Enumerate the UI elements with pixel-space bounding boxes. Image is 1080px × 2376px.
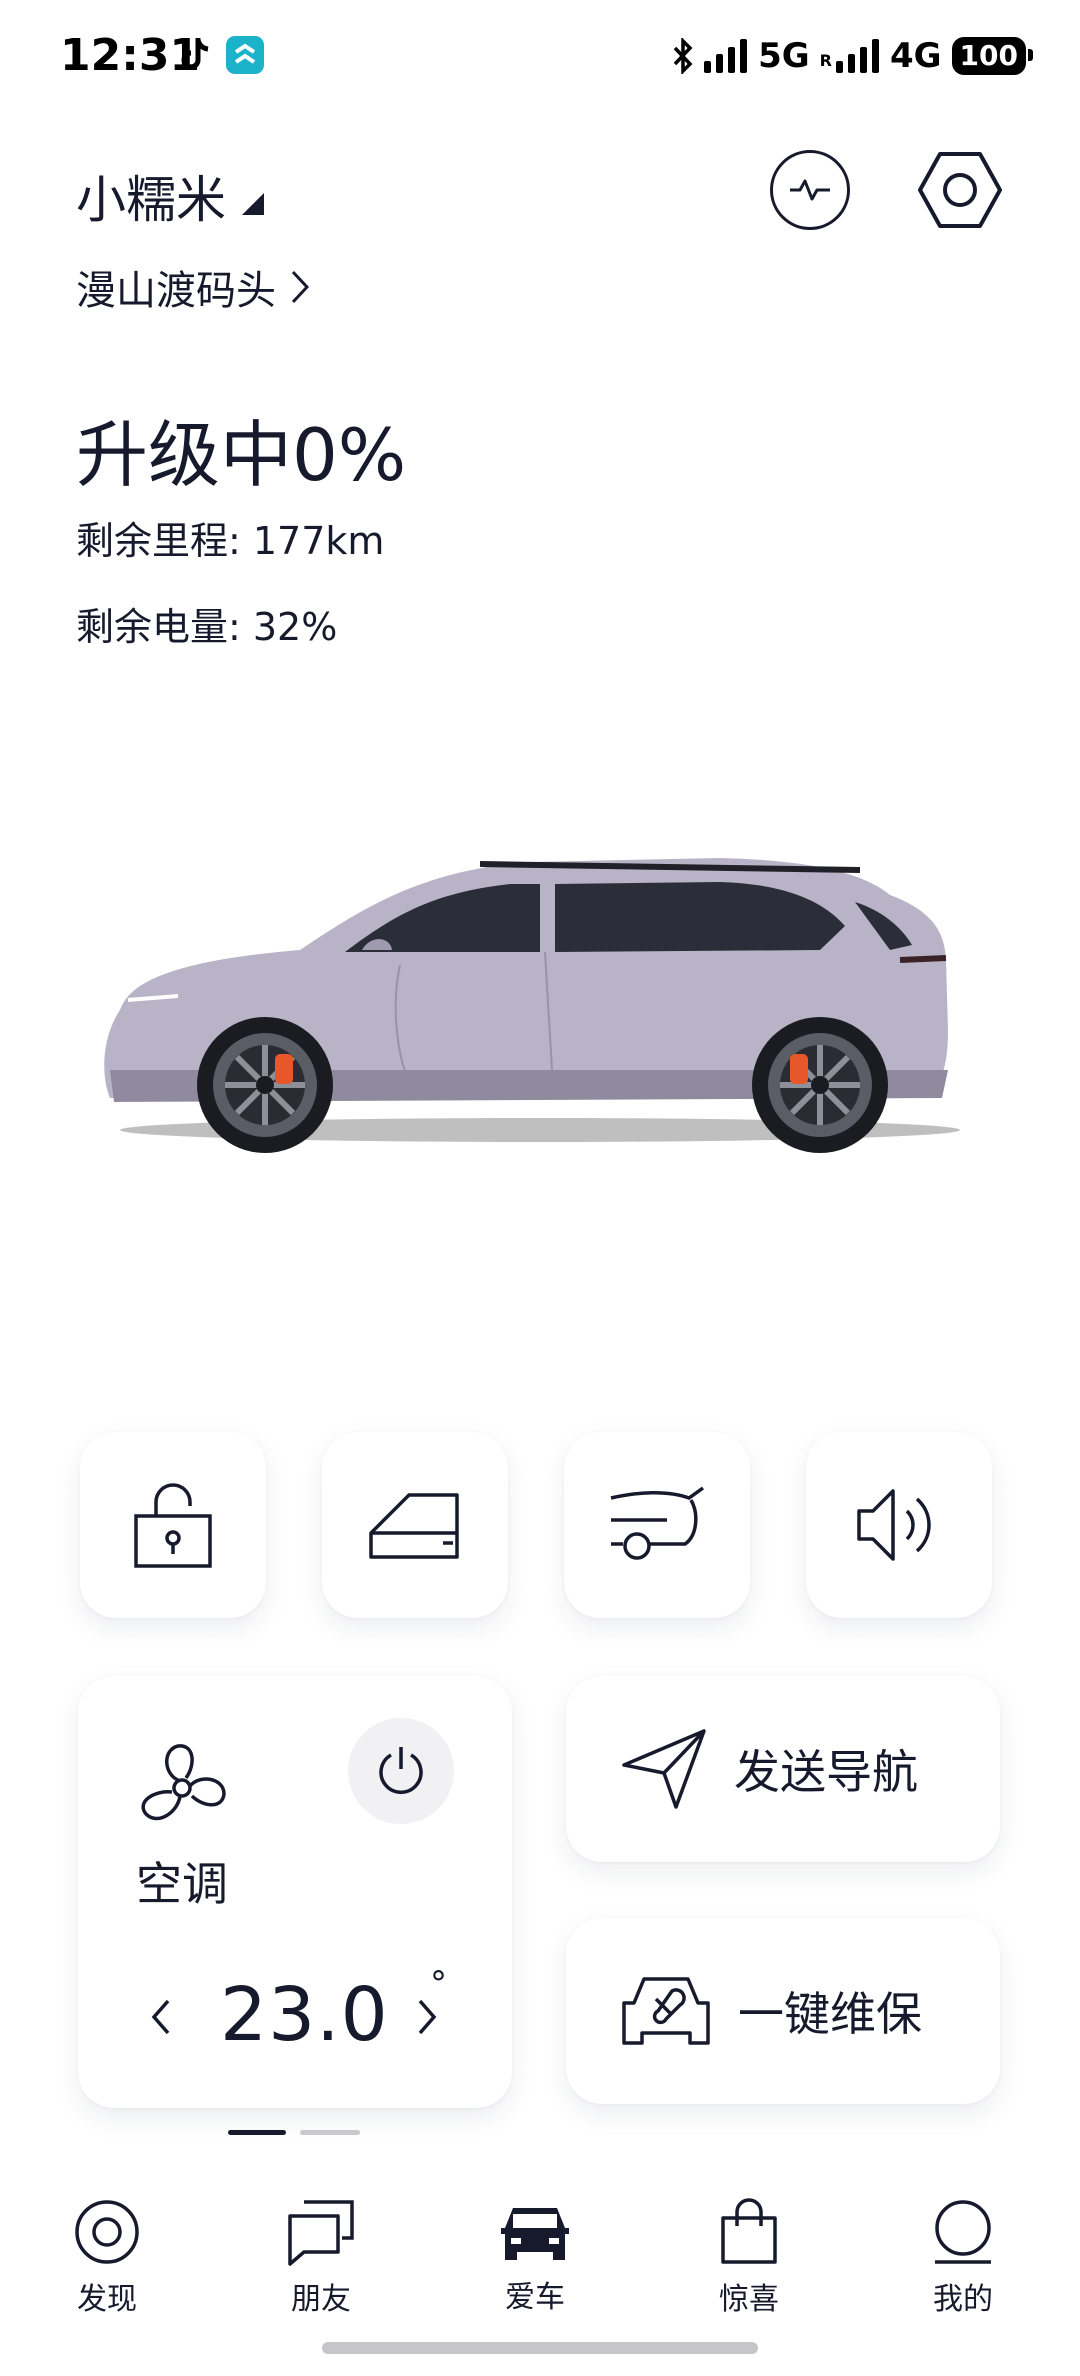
tab-surprise[interactable]: 惊喜 [674, 2198, 824, 2318]
chevron-left-icon [151, 1999, 170, 2035]
signal-icon [835, 39, 879, 73]
tab-label: 朋友 [291, 2282, 351, 2317]
chevron-right-icon [291, 270, 310, 304]
settings-button[interactable] [918, 148, 1002, 232]
send-navigation-label: 发送导航 [734, 1745, 918, 1799]
location-text: 漫山渡码头 [76, 268, 276, 314]
tailgate-icon [610, 1486, 705, 1560]
tab-label: 爱车 [505, 2280, 565, 2315]
maintenance-label: 一键维保 [738, 1987, 922, 2041]
location-link[interactable]: 漫山渡码头 [76, 258, 310, 316]
roaming-mark: R [819, 51, 832, 70]
dropdown-caret-icon [242, 193, 264, 215]
car-door-icon [369, 1493, 459, 1559]
shopping-bag-icon [721, 2198, 777, 2264]
car-name: 小糯米 [76, 171, 226, 229]
pager-dot-active [228, 2130, 286, 2135]
temp-increase-button[interactable] [402, 1982, 452, 2052]
discover-icon [75, 2200, 139, 2264]
unlock-icon [134, 1483, 212, 1568]
profile-icon [935, 2200, 991, 2264]
signal-icon [704, 39, 748, 73]
remaining-range: 剩余里程: 177km [76, 519, 385, 563]
fan-icon [141, 1744, 226, 1821]
network-secondary: 4G [889, 36, 942, 76]
network-primary: 5G [758, 36, 810, 76]
car-icon [501, 2208, 569, 2260]
tab-me[interactable]: 我的 [888, 2198, 1038, 2318]
status-right: 5G R 4G 100 [672, 36, 1034, 76]
temperature-value: 23.0 [220, 1972, 389, 2058]
maintenance-button[interactable]: 一键维保 [566, 1918, 1000, 2104]
tab-discover[interactable]: 发现 [32, 2198, 182, 2318]
horn-button[interactable] [806, 1432, 992, 1618]
temp-decrease-button[interactable] [136, 1982, 186, 2052]
bluetooth-icon [673, 38, 693, 74]
tab-label: 发现 [77, 2282, 137, 2317]
battery-indicator: 100 [951, 37, 1034, 75]
climate-label: 空调 [136, 1857, 228, 1911]
upgrade-status: 升级中0% [76, 413, 407, 497]
chevron-right-icon [418, 1999, 437, 2035]
climate-power-button[interactable] [348, 1718, 454, 1824]
chat-icon [288, 2200, 354, 2266]
car-service-icon [622, 1977, 710, 2045]
power-icon [379, 1747, 423, 1794]
send-navigation-icon [622, 1729, 706, 1809]
tiktok-icon [181, 38, 209, 70]
door-button[interactable] [322, 1432, 508, 1618]
temperature-control: 23.0 ° [78, 1958, 512, 2068]
status-bar: 12:31 5G R 4G 100 [0, 0, 1080, 110]
send-navigation-button[interactable]: 发送导航 [566, 1676, 1000, 1862]
tab-label: 惊喜 [719, 2282, 779, 2317]
climate-card[interactable]: 空调 23.0 ° [78, 1676, 512, 2108]
car-name-selector[interactable]: 小糯米 [76, 160, 264, 232]
tab-label: 我的 [933, 2282, 993, 2317]
tab-my-car[interactable]: 爱车 [460, 2198, 610, 2316]
app-icon [226, 36, 264, 74]
tailgate-button[interactable] [564, 1432, 750, 1618]
home-indicator[interactable] [322, 2342, 758, 2354]
pulse-icon [790, 179, 830, 201]
pager-dot [300, 2130, 360, 2135]
status-app-icons [178, 36, 264, 74]
tab-friends[interactable]: 朋友 [246, 2198, 396, 2318]
lock-button[interactable] [80, 1432, 266, 1618]
remaining-battery: 剩余电量: 32% [76, 605, 338, 649]
diagnostics-button[interactable] [770, 150, 850, 230]
car-image [104, 858, 960, 1153]
speaker-icon [857, 1489, 931, 1561]
hex-nut-icon [918, 152, 1002, 228]
